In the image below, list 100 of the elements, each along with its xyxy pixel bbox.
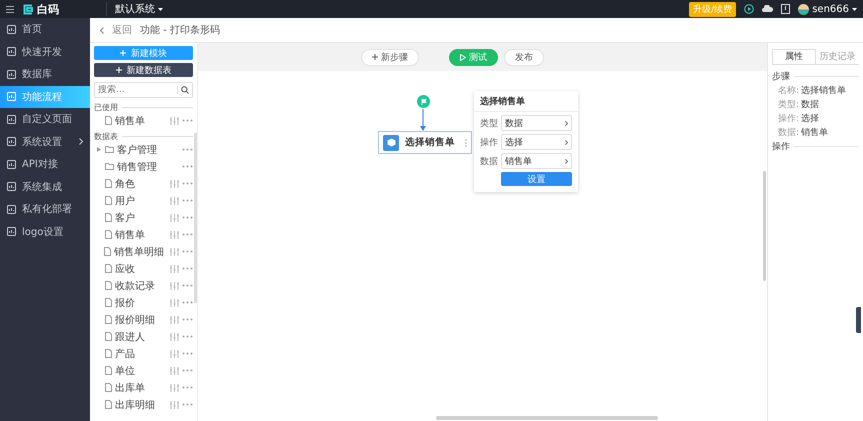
sliders-icon[interactable]: [170, 384, 179, 392]
sliders-icon[interactable]: [170, 264, 179, 272]
section-title: 步骤: [772, 70, 859, 82]
sidebar-item[interactable]: 快速开发: [0, 40, 90, 63]
user-name[interactable]: sen666: [812, 4, 849, 14]
select-field[interactable]: 数据: [501, 115, 572, 131]
caret-icon[interactable]: [852, 8, 857, 10]
tree-item-label[interactable]: 报价明细: [115, 312, 155, 326]
sidebar-item[interactable]: 私有化部署: [0, 198, 90, 220]
avatar[interactable]: [798, 4, 810, 14]
system-dropdown[interactable]: 默认系统: [115, 2, 155, 16]
sliders-icon[interactable]: [170, 230, 179, 238]
tree-item-label[interactable]: 销售单: [115, 114, 145, 128]
more-icon[interactable]: [182, 216, 193, 219]
more-icon[interactable]: [182, 318, 193, 321]
box-icon: [7, 227, 16, 236]
play-icon[interactable]: [744, 4, 754, 14]
sidebar-item[interactable]: 系统设置: [0, 130, 90, 153]
scrollbar[interactable]: [436, 416, 658, 420]
more-icon[interactable]: [182, 233, 193, 236]
tree-item-label[interactable]: 用户: [115, 194, 135, 208]
plus-icon: [116, 67, 122, 73]
tree-item-label[interactable]: 客户管理: [117, 142, 157, 156]
sliders-icon[interactable]: [170, 116, 179, 124]
chevron-icon[interactable]: [79, 138, 83, 146]
tree-item-label[interactable]: 销售管理: [117, 160, 157, 174]
sliders-icon[interactable]: [170, 196, 179, 204]
more-icon[interactable]: [182, 284, 193, 287]
sliders-icon[interactable]: [170, 298, 179, 306]
tree-item-label[interactable]: 跟进人: [115, 330, 145, 344]
side-handle[interactable]: [856, 307, 861, 333]
more-icon[interactable]: [182, 267, 193, 270]
more-icon[interactable]: [182, 403, 193, 406]
sliders-icon[interactable]: [170, 366, 179, 374]
sliders-icon[interactable]: [170, 400, 179, 408]
tree-item-label[interactable]: 应收: [115, 262, 135, 276]
sliders-icon[interactable]: [170, 316, 179, 324]
tree-item-label[interactable]: 客户: [115, 210, 135, 224]
toolbar-button[interactable]: 新步骤: [361, 48, 419, 66]
more-icon[interactable]: [182, 335, 193, 338]
tree-item-label[interactable]: 出库单: [115, 380, 145, 394]
property-label: 数据:: [778, 126, 800, 138]
more-icon[interactable]: [182, 119, 193, 122]
plus-icon: [372, 54, 378, 60]
sliders-icon[interactable]: [170, 350, 179, 358]
document-icon: [105, 116, 112, 125]
play-icon: [460, 54, 466, 60]
tree-item-label[interactable]: 报价: [115, 296, 135, 310]
step-node[interactable]: 选择销售单: [378, 131, 472, 154]
box-icon: [7, 24, 16, 34]
start-icon[interactable]: [417, 95, 430, 108]
menu-icon[interactable]: [6, 6, 14, 12]
sidebar-item[interactable]: logo设置: [0, 220, 90, 243]
sidebar-item[interactable]: 数据库: [0, 63, 90, 86]
select-field[interactable]: 选择: [501, 134, 572, 150]
tree-item-label[interactable]: 销售单: [115, 228, 145, 242]
chevron-icon[interactable]: [100, 26, 104, 34]
toolbar-button[interactable]: 发布: [504, 48, 544, 66]
scrollbar[interactable]: [194, 133, 197, 303]
property-value: 销售单: [801, 126, 828, 138]
tree-item-label[interactable]: 单位: [115, 364, 135, 378]
more-icon[interactable]: [182, 369, 193, 372]
property-value: 选择: [801, 112, 820, 124]
box-icon: [7, 92, 16, 102]
more-icon[interactable]: [182, 199, 193, 202]
more-icon[interactable]: [182, 301, 193, 304]
more-icon[interactable]: [182, 250, 193, 253]
select-field[interactable]: 销售单: [501, 153, 572, 169]
cube-icon: [383, 134, 399, 150]
property-label: 操作:: [778, 112, 800, 124]
tree-item-label[interactable]: 销售单明细: [114, 244, 164, 258]
new-button[interactable]: 新建数据表: [94, 63, 193, 77]
sidebar-item[interactable]: 自定义页面: [0, 108, 90, 130]
sliders-icon[interactable]: [170, 214, 179, 222]
sidebar-item[interactable]: API对接: [0, 153, 90, 176]
search-icon[interactable]: [177, 86, 189, 94]
more-icon[interactable]: [182, 165, 193, 168]
tree-item-label[interactable]: 收款记录: [115, 278, 155, 292]
more-icon[interactable]: [182, 148, 193, 151]
sliders-icon[interactable]: [170, 248, 179, 256]
sliders-icon[interactable]: [170, 332, 179, 340]
sliders-icon[interactable]: [170, 282, 179, 290]
tab[interactable]: 属性: [772, 49, 816, 64]
sidebar-item[interactable]: 首页: [0, 18, 90, 40]
cloud-icon[interactable]: [762, 5, 774, 13]
tree-item-label[interactable]: 角色: [115, 176, 135, 190]
tree-item-label[interactable]: 出库明细: [115, 398, 155, 412]
back-link[interactable]: 返回: [112, 23, 132, 37]
box-icon: [7, 160, 16, 169]
more-icon[interactable]: [182, 386, 193, 389]
more-icon[interactable]: [182, 352, 193, 355]
sliders-icon[interactable]: [170, 180, 179, 188]
box-icon: [7, 204, 16, 214]
tree-item-label[interactable]: 产品: [115, 346, 135, 360]
more-icon[interactable]: [182, 182, 193, 185]
page-title: 功能 - 打印条形码: [140, 24, 220, 37]
caret-icon[interactable]: [158, 8, 163, 10]
property-label: 名称:: [778, 84, 800, 96]
sidebar-item[interactable]: 系统集成: [0, 176, 90, 198]
box-icon: [7, 137, 16, 146]
